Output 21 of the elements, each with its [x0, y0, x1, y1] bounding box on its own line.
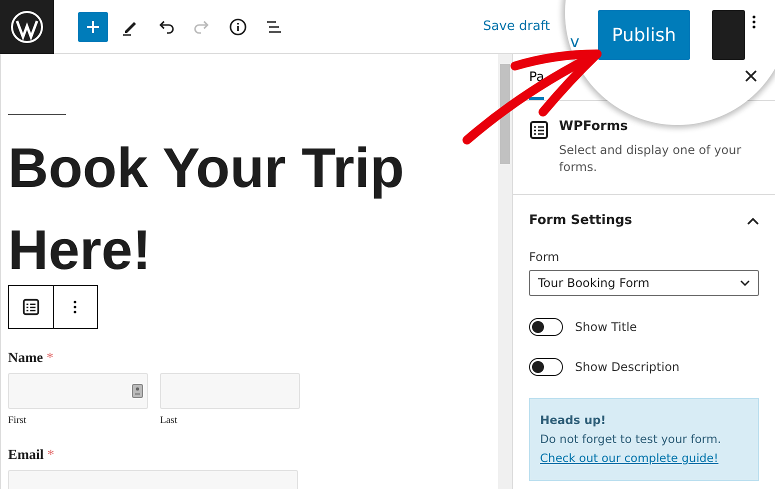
toggle-label: Show Description — [575, 360, 680, 374]
toggle-label: Show Title — [575, 320, 637, 334]
sublabel: First — [8, 415, 28, 426]
field-label: Name — [8, 351, 43, 366]
page-heading: Book Your Trip Here! — [8, 135, 406, 283]
panel-header[interactable]: Form Settings — [529, 213, 759, 228]
notice-title: Heads up! — [540, 412, 607, 429]
preview-fragment: v — [570, 32, 580, 51]
guide-link[interactable]: Check out our complete guide! — [540, 451, 718, 465]
required-mark: * — [46, 351, 54, 366]
field-label: Email — [8, 448, 44, 463]
form-label: Form — [529, 250, 560, 264]
publish-button[interactable]: Publish — [598, 10, 690, 60]
save-draft-button[interactable]: Save draft — [482, 19, 550, 34]
block-title: WPForms — [559, 119, 629, 134]
block-description: Select and display one of your forms. — [559, 142, 742, 176]
sidebar-tab[interactable]: Pa — [529, 54, 544, 100]
sublabel: Last — [160, 415, 178, 426]
form-select[interactable]: Tour Booking Form — [529, 270, 759, 296]
notice-text: Do not forget to test your form. — [540, 431, 722, 448]
required-mark: * — [47, 448, 54, 463]
